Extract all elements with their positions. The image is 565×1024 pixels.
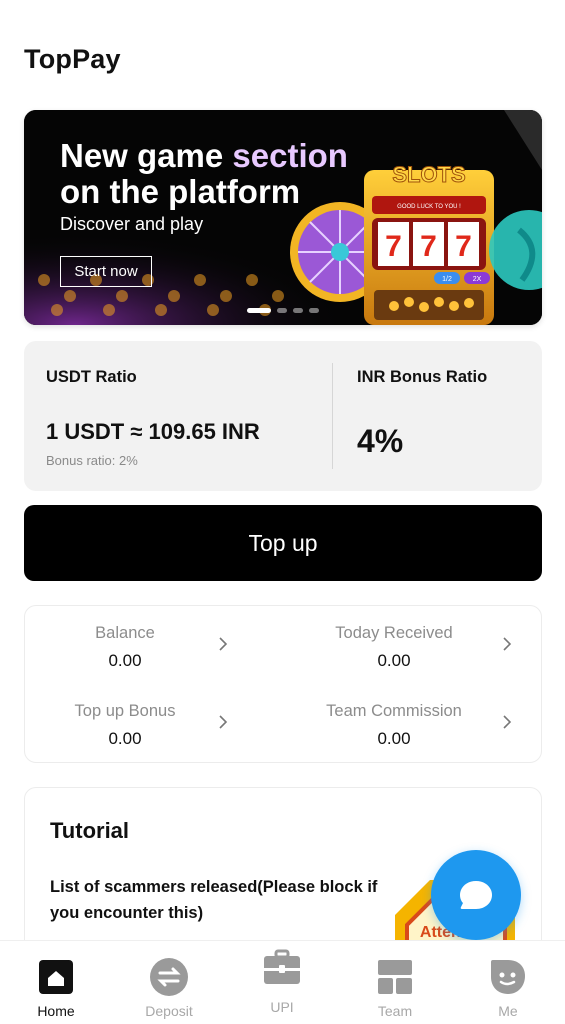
stat-label: Today Received [335,624,453,642]
chevron-right-icon [219,715,228,729]
banner-dot[interactable] [309,308,319,313]
chevron-right-icon [503,637,512,651]
promo-banner[interactable]: 7 7 7 SLOTS GOOD LUCK TO YOU ! 1/2 2X Ne… [24,110,542,325]
chat-bubble-icon [460,881,492,909]
today-received-stat[interactable]: Today Received 0.00 [284,606,543,684]
nav-deposit[interactable]: Deposit [124,953,214,1023]
exchange-icon [150,958,188,996]
svg-text:7: 7 [420,230,437,263]
nav-label: Home [37,1003,75,1019]
nav-label: UPI [270,999,294,1015]
svg-text:2X: 2X [473,276,482,283]
nav-upi[interactable]: UPI [237,949,327,1023]
banner-subtitle: Discover and play [60,214,204,234]
nav-team[interactable]: Team [350,953,440,1023]
chevron-right-icon [219,637,228,651]
inr-bonus-section: INR Bonus Ratio 4% [357,341,537,491]
inr-bonus-ratio-label: INR Bonus Ratio [357,368,488,386]
stat-value: 0.00 [108,651,142,670]
tutorial-title: Tutorial [50,818,130,843]
banner-dot-active[interactable] [247,308,271,313]
banner-dot[interactable] [293,308,303,313]
svg-text:7: 7 [455,230,472,263]
chat-support-button[interactable] [431,850,521,940]
banner-pagination [24,308,542,313]
nav-home[interactable]: Home [11,953,101,1023]
svg-text:GOOD LUCK TO YOU !: GOOD LUCK TO YOU ! [397,204,461,210]
svg-text:7: 7 [385,230,402,263]
team-grid-icon [378,960,412,994]
banner-dot[interactable] [277,308,287,313]
nav-me[interactable]: Me [463,953,553,1023]
usdt-ratio-value: 1 USDT ≈ 109.65 INR [46,419,260,444]
top-up-bonus-stat[interactable]: Top up Bonus 0.00 [25,684,284,762]
profile-face-icon [491,960,525,994]
home-icon [39,960,73,994]
briefcase-icon [264,949,300,984]
nav-label: Team [377,1003,413,1019]
usdt-ratio-section: USDT Ratio 1 USDT ≈ 109.65 INR Bonus rat… [46,341,326,491]
stat-label: Team Commission [326,702,462,720]
bonus-ratio-note: Bonus ratio: 2% [46,453,138,468]
app-title: TopPay [24,44,121,74]
stat-value: 0.00 [377,729,411,748]
stat-label: Balance [95,624,155,642]
stat-label: Top up Bonus [74,702,176,720]
bottom-navigation: Home Deposit UPI Team Me [0,940,565,1024]
usdt-ratio-label: USDT Ratio [46,368,137,386]
stats-card: Balance 0.00 Today Received 0.00 Top up … [24,605,542,763]
top-up-button[interactable]: Top up [24,505,542,581]
nav-label: Me [498,1003,518,1019]
tutorial-item-link[interactable]: List of scammers released(Please block i… [50,874,400,926]
team-commission-stat[interactable]: Team Commission 0.00 [284,684,543,762]
chevron-right-icon [503,715,512,729]
banner-title: New game section on the platform [60,137,348,210]
balance-stat[interactable]: Balance 0.00 [25,606,284,684]
nav-label: Deposit [145,1003,193,1019]
svg-text:SLOTS: SLOTS [392,162,465,187]
exchange-ratio-card: USDT Ratio 1 USDT ≈ 109.65 INR Bonus rat… [24,341,542,491]
stat-value: 0.00 [108,729,142,748]
svg-text:1/2: 1/2 [442,276,452,283]
stat-value: 0.00 [377,651,411,670]
start-now-button[interactable]: Start now [60,256,152,287]
inr-bonus-ratio-value: 4% [357,423,404,459]
ratio-divider [332,363,333,469]
